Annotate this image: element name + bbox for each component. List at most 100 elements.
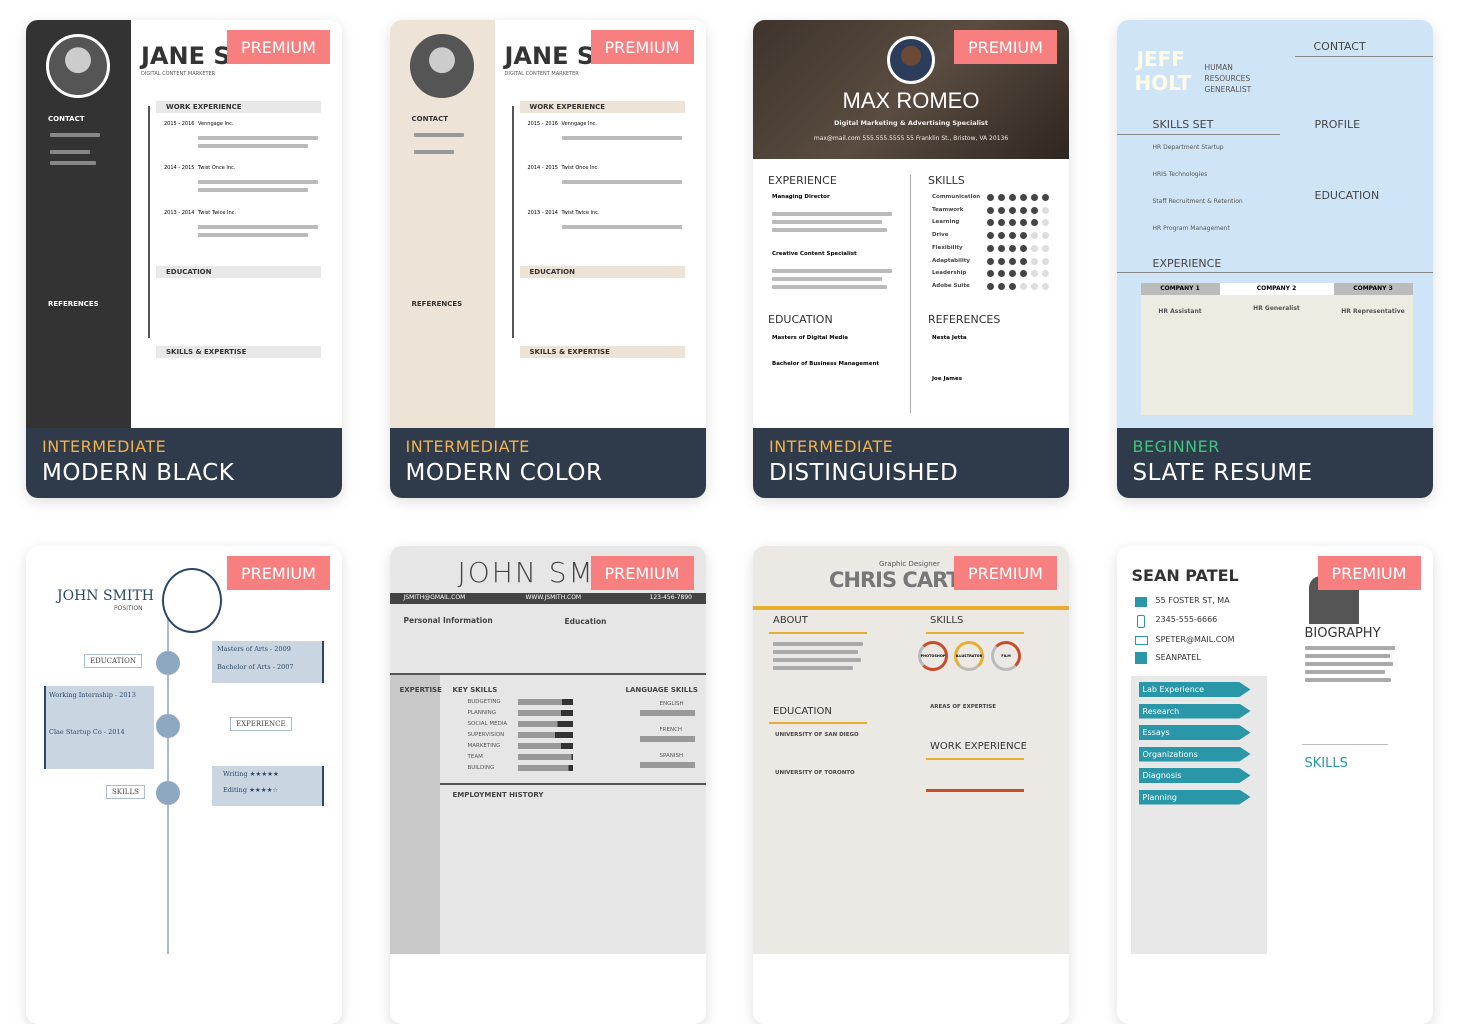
section-label: Education bbox=[564, 617, 607, 626]
template-card-timeline[interactable]: JOHN SMITH POSITION EDUCATION EXPERIENCE… bbox=[26, 546, 342, 1024]
resume-name: JOHN SM bbox=[457, 556, 595, 589]
resume-name: SEAN PATEL bbox=[1131, 566, 1239, 585]
resume-first-name: JEFF bbox=[1136, 47, 1185, 71]
template-card-distinguished[interactable]: MAX ROMEO Digital Marketing & Advertisin… bbox=[753, 20, 1069, 498]
job: Venngage Inc. bbox=[198, 121, 234, 127]
section-label: EXPERIENCE bbox=[1152, 257, 1222, 270]
section-label: SKILLS bbox=[928, 174, 965, 187]
arrow-item: Organizations bbox=[1138, 746, 1251, 762]
template-card-chris-carter[interactable]: Graphic Designer CHRIS CARTER ABOUT SKIL… bbox=[753, 546, 1069, 1024]
resume-phone: 123-456-7890 bbox=[649, 594, 693, 601]
resume-title: Graphic Designer bbox=[879, 560, 940, 568]
skill-circle: PHOTOSHOP bbox=[920, 654, 946, 658]
section-label: SKILLS & EXPERTISE bbox=[166, 348, 247, 356]
rating-dot bbox=[998, 270, 1005, 278]
section-label: SKILLS & EXPERTISE bbox=[529, 348, 610, 356]
resume-name: MAX ROMEO bbox=[842, 88, 980, 113]
skill-circle: ILLUSTRATOR bbox=[955, 654, 983, 658]
card-footer: INTERMEDIATE MODERN COLOR bbox=[389, 428, 706, 498]
language-name: SPANISH bbox=[659, 753, 684, 759]
template-card-sean-patel[interactable]: SEAN PATEL 55 FOSTER ST, MA 2345-555-666… bbox=[1116, 546, 1433, 1024]
rating-dot bbox=[1020, 206, 1027, 214]
timeline-item: Masters of Arts - 2009 bbox=[217, 645, 291, 653]
card-footer: INTERMEDIATE DISTINGUISHED bbox=[753, 428, 1069, 498]
section-label: LANGUAGE SKILLS bbox=[625, 686, 698, 694]
section-label: EXPERTISE bbox=[399, 686, 442, 694]
role: HR Representative bbox=[1341, 308, 1405, 315]
section-label: EXPERIENCE bbox=[230, 717, 292, 731]
template-preview: CONTACT REFERENCES JANE S DIGITAL CONTEN… bbox=[26, 20, 342, 428]
difficulty-level: BEGINNER bbox=[1132, 437, 1220, 456]
section-label: EDUCATION bbox=[773, 706, 832, 717]
job: Twist Once Inc. bbox=[198, 165, 236, 171]
rating-dot bbox=[1042, 270, 1049, 278]
language-bar bbox=[639, 762, 695, 768]
rating-dot bbox=[1031, 206, 1038, 214]
premium-badge: PREMIUM bbox=[1317, 556, 1421, 590]
degree: Masters of Digital Media bbox=[772, 335, 848, 341]
rating-dot bbox=[987, 219, 994, 227]
skill-name: Learning bbox=[932, 219, 960, 226]
rating-dot bbox=[1009, 232, 1016, 240]
skill: HR Department Startup bbox=[1152, 144, 1224, 151]
template-card-slate-resume[interactable]: JEFF HOLT HUMAN RESOURCES GENERALIST CON… bbox=[1116, 20, 1433, 498]
role: HR Generalist bbox=[1253, 305, 1300, 312]
skill-name: Drive bbox=[932, 232, 949, 239]
section-label: REFERENCES bbox=[928, 313, 1001, 326]
arrow-item: Essays bbox=[1138, 725, 1251, 740]
card-footer: INTERMEDIATE MODERN BLACK bbox=[26, 428, 342, 498]
job: Creative Content Specialist bbox=[772, 251, 857, 257]
arrow-item: Research bbox=[1138, 703, 1251, 719]
rating-dot bbox=[1042, 244, 1049, 252]
rating-dot bbox=[1042, 257, 1049, 265]
section-label: EDUCATION bbox=[768, 313, 833, 326]
rating-dot bbox=[1009, 282, 1016, 290]
difficulty-level: INTERMEDIATE bbox=[42, 437, 167, 456]
skill-bar bbox=[517, 765, 573, 771]
rating-dot bbox=[1020, 282, 1027, 290]
reference: Joe James bbox=[932, 376, 962, 382]
resume-contact: max@mail.com 555.555.5555 55 Franklin St… bbox=[813, 135, 1009, 142]
section-label: SKILLS SET bbox=[1152, 118, 1214, 131]
section-label: Personal Information bbox=[403, 616, 493, 625]
rating-dot bbox=[998, 244, 1005, 252]
template-preview: MAX ROMEO Digital Marketing & Advertisin… bbox=[753, 20, 1069, 428]
rating-dot bbox=[1031, 257, 1038, 265]
section-label: BIOGRAPHY bbox=[1304, 626, 1381, 641]
template-card-grey[interactable]: JOHN SM JSMITH@GMAIL.COM WWW.JSMITH.COM … bbox=[389, 546, 706, 1024]
section-label: SKILLS bbox=[106, 785, 145, 799]
rating-dot bbox=[1009, 244, 1016, 252]
section-label: WORK EXPERIENCE bbox=[930, 741, 1027, 752]
rating-dot bbox=[1020, 244, 1027, 252]
template-preview: CONTACT REFERENCES JANE S DIGITAL CONTEN… bbox=[389, 20, 706, 428]
template-card-modern-color[interactable]: CONTACT REFERENCES JANE S DIGITAL CONTEN… bbox=[389, 20, 706, 498]
reference: Nesta Jetta bbox=[932, 335, 967, 341]
skill-name: SOCIAL MEDIA bbox=[467, 721, 508, 727]
school: UNIVERSITY OF TORONTO bbox=[775, 770, 855, 776]
timeline-item: Bachelor of Arts - 2007 bbox=[217, 663, 294, 671]
resume-name: JANE S bbox=[141, 42, 231, 70]
section-label: EXPERIENCE bbox=[768, 174, 837, 187]
rating-dot bbox=[998, 194, 1005, 201]
skill-bar bbox=[517, 699, 573, 705]
school: UNIVERSITY OF SAN DIEGO bbox=[775, 732, 859, 738]
degree: Bachelor of Business Management bbox=[772, 361, 880, 367]
skill-name: PLANNING bbox=[467, 710, 497, 716]
template-preview: Graphic Designer CHRIS CARTER ABOUT SKIL… bbox=[753, 546, 1069, 954]
timeline-item: Editing ★★★★☆ bbox=[223, 786, 279, 794]
skill-bar bbox=[517, 732, 573, 738]
section-label: KEY SKILLS bbox=[452, 686, 498, 694]
skill-bar bbox=[517, 721, 573, 727]
section-label: ABOUT bbox=[773, 615, 808, 626]
premium-badge: PREMIUM bbox=[590, 556, 694, 590]
template-name: DISTINGUISHED bbox=[769, 460, 959, 486]
template-card-modern-black[interactable]: CONTACT REFERENCES JANE S DIGITAL CONTEN… bbox=[26, 20, 342, 498]
arrow-item: Lab Experience bbox=[1138, 682, 1251, 697]
year: 2015 - 2016 bbox=[527, 121, 558, 127]
template-name: SLATE RESUME bbox=[1132, 460, 1313, 486]
resume-title: HUMAN RESOURCES GENERALIST bbox=[1204, 63, 1252, 94]
rating-dot bbox=[998, 257, 1005, 265]
skill-name: BUILDING bbox=[467, 765, 495, 771]
resume-email: JSMITH@GMAIL.COM bbox=[403, 594, 466, 601]
section-label: EMPLOYMENT HISTORY bbox=[452, 791, 544, 799]
